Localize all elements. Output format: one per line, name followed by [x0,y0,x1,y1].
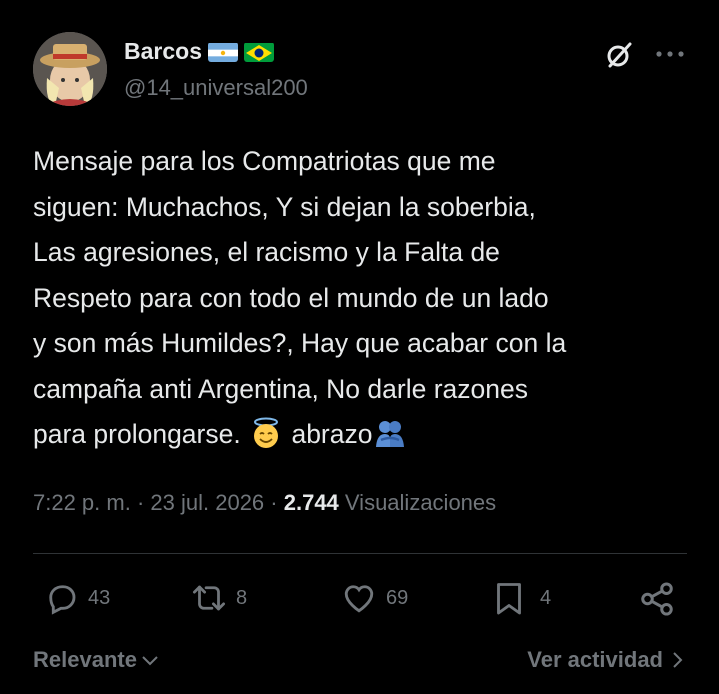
tweet-text-line: siguen: Muchachos, Y si dejan la soberbi… [33,191,536,222]
meta-separator: · [264,490,284,515]
views-count[interactable]: 2.744 [284,490,339,515]
bookmark-count: 4 [540,586,552,609]
tweet-time[interactable]: 7:22 p. m. [33,490,131,515]
views-label[interactable]: Visualizaciones [339,490,496,515]
avatar[interactable] [33,32,107,106]
reply-icon [49,585,76,615]
tweet-text-line: para prolongarse. abrazo [33,412,693,458]
heart-icon [344,585,374,613]
meta-separator: · [130,490,151,515]
tweet-text-line: y son más Humildes?, Hay que acabar con … [33,328,567,358]
repost-count: 8 [236,586,248,609]
chevron-down-icon [142,656,158,666]
tweet-text-segment: para prolongarse. [33,419,249,449]
tweet-text-line: Las agresiones, el racismo y la Falta de [33,237,500,267]
tweet-text-segment: abrazo [284,419,373,449]
action-bar: 43 8 69 4 [0,580,719,624]
tweet-text: Mensaje para los Compatriotas que me sigu… [33,139,693,458]
repost-button[interactable]: 8 [190,580,247,616]
tweet-date[interactable]: 23 jul. 2026 [150,490,264,515]
smiling-face-with-halo-icon [250,417,282,449]
repost-icon [192,585,226,611]
tweet-text-line: campaña anti Argentina, No darle razones [33,373,528,404]
divider [33,553,687,554]
brazil-flag-icon [243,42,274,62]
reply-button[interactable]: 43 [44,580,110,616]
reply-count: 43 [88,586,111,609]
author-name[interactable]: Barcos [124,38,202,65]
tweet-meta: 7:22 p. m. · 23 jul. 2026 · 2.744 Visual… [33,490,496,516]
author-handle[interactable]: @14_universal200 [124,75,308,101]
view-activity-link[interactable]: Ver actividad [527,647,683,673]
tweet-text-line: Mensaje para los Compatriotas que me [33,146,496,176]
like-count: 69 [386,586,409,609]
argentina-flag-icon [207,42,238,62]
tweet-card: Barcos @14_universal200 Mensaje para los… [0,0,719,694]
author-name-row[interactable]: Barcos [124,38,274,65]
bookmark-button[interactable]: 4 [492,580,551,616]
share-icon [641,582,673,616]
sort-dropdown[interactable]: Relevante [33,647,159,673]
activity-label: Ver actividad [527,647,663,672]
sort-label: Relevante [33,647,137,672]
chevron-right-icon [673,652,683,668]
like-button[interactable]: 69 [340,580,408,616]
tweet-text-line: Respeto para con todo el mundo de un lad… [33,282,549,313]
people-hugging-icon [374,417,406,449]
share-button[interactable] [638,580,676,618]
grok-icon[interactable] [604,40,634,70]
bookmark-icon [497,583,521,615]
more-options-icon[interactable] [654,44,686,64]
